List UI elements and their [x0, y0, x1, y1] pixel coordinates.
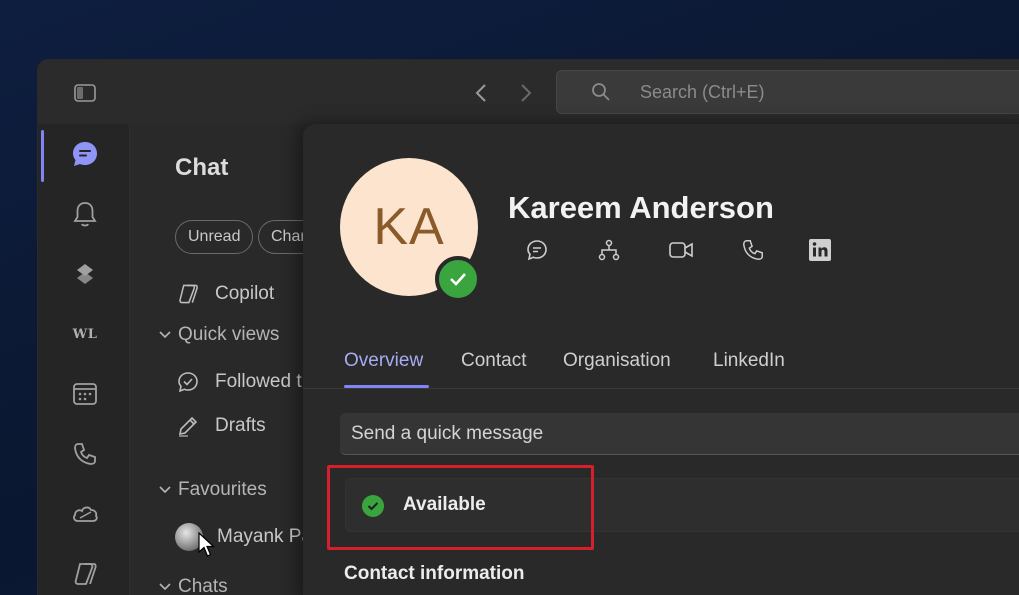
chevron-down-icon	[158, 576, 172, 595]
chats-label: Chats	[178, 576, 228, 595]
chat-panel-title: Chat	[175, 154, 229, 181]
calendar-icon[interactable]	[69, 378, 101, 410]
title-bar: Search (Ctrl+E)	[38, 60, 1019, 124]
copilot-label: Copilot	[215, 283, 275, 304]
highlight-box	[327, 465, 594, 550]
search-icon	[591, 82, 611, 107]
back-arrow-icon[interactable]	[468, 80, 494, 106]
favourites-label: Favourites	[178, 479, 267, 500]
tab-contact[interactable]: Contact	[461, 350, 526, 372]
followed-threads-icon	[175, 369, 201, 395]
followed-threads-item[interactable]: Followed t	[175, 369, 302, 395]
linkedin-icon[interactable]	[806, 236, 834, 264]
quick-message-input[interactable]: Send a quick message	[340, 413, 1019, 455]
favourite-contact-item[interactable]: Mayank Pa	[175, 523, 312, 551]
chat-action-icon[interactable]	[523, 236, 551, 264]
favourite-contact-name: Mayank Pa	[217, 526, 313, 547]
copilot-item[interactable]: Copilot	[175, 281, 274, 307]
filter-unread-button[interactable]: Unread	[175, 220, 254, 254]
chat-panel: Chat Unread Chan Copilot Quick views Fol…	[130, 124, 322, 595]
drafts-label: Drafts	[215, 415, 266, 436]
profile-name: Kareem Anderson	[508, 190, 774, 225]
wl-app-icon[interactable]: WL	[69, 318, 101, 350]
bell-icon[interactable]	[69, 198, 101, 230]
copilot-icon	[175, 281, 201, 307]
followed-label: Followed t	[215, 371, 302, 392]
contact-information-heading: Contact information	[344, 563, 525, 584]
forward-arrow-icon[interactable]	[513, 80, 539, 106]
tab-organisation[interactable]: Organisation	[563, 350, 671, 372]
favourites-section[interactable]: Favourites	[158, 479, 267, 501]
tab-overview[interactable]: Overview	[344, 350, 423, 372]
app-rail: WL	[38, 124, 130, 595]
quick-views-label: Quick views	[178, 324, 280, 345]
video-call-icon[interactable]	[667, 236, 695, 264]
copilot-icon[interactable]	[69, 558, 101, 590]
chat-icon[interactable]	[69, 138, 101, 170]
tabs-divider	[303, 388, 1019, 389]
mouse-cursor-icon	[198, 531, 216, 563]
presence-available-icon	[435, 256, 481, 302]
planner-icon[interactable]	[69, 258, 101, 290]
onedrive-icon[interactable]	[69, 498, 101, 530]
search-input[interactable]: Search (Ctrl+E)	[556, 70, 1019, 114]
sidebar-toggle-icon[interactable]	[72, 80, 98, 106]
phone-icon[interactable]	[69, 438, 101, 470]
drafts-item[interactable]: Drafts	[175, 413, 266, 439]
search-placeholder: Search (Ctrl+E)	[640, 81, 765, 102]
org-chart-icon[interactable]	[595, 236, 623, 264]
quick-views-section[interactable]: Quick views	[158, 324, 279, 346]
rail-active-indicator	[41, 130, 44, 182]
phone-call-icon[interactable]	[739, 236, 767, 264]
tab-linkedin[interactable]: LinkedIn	[713, 350, 785, 372]
chevron-down-icon	[158, 324, 172, 346]
chevron-down-icon	[158, 479, 172, 501]
pencil-icon	[175, 413, 201, 439]
chats-section[interactable]: Chats	[158, 576, 228, 595]
